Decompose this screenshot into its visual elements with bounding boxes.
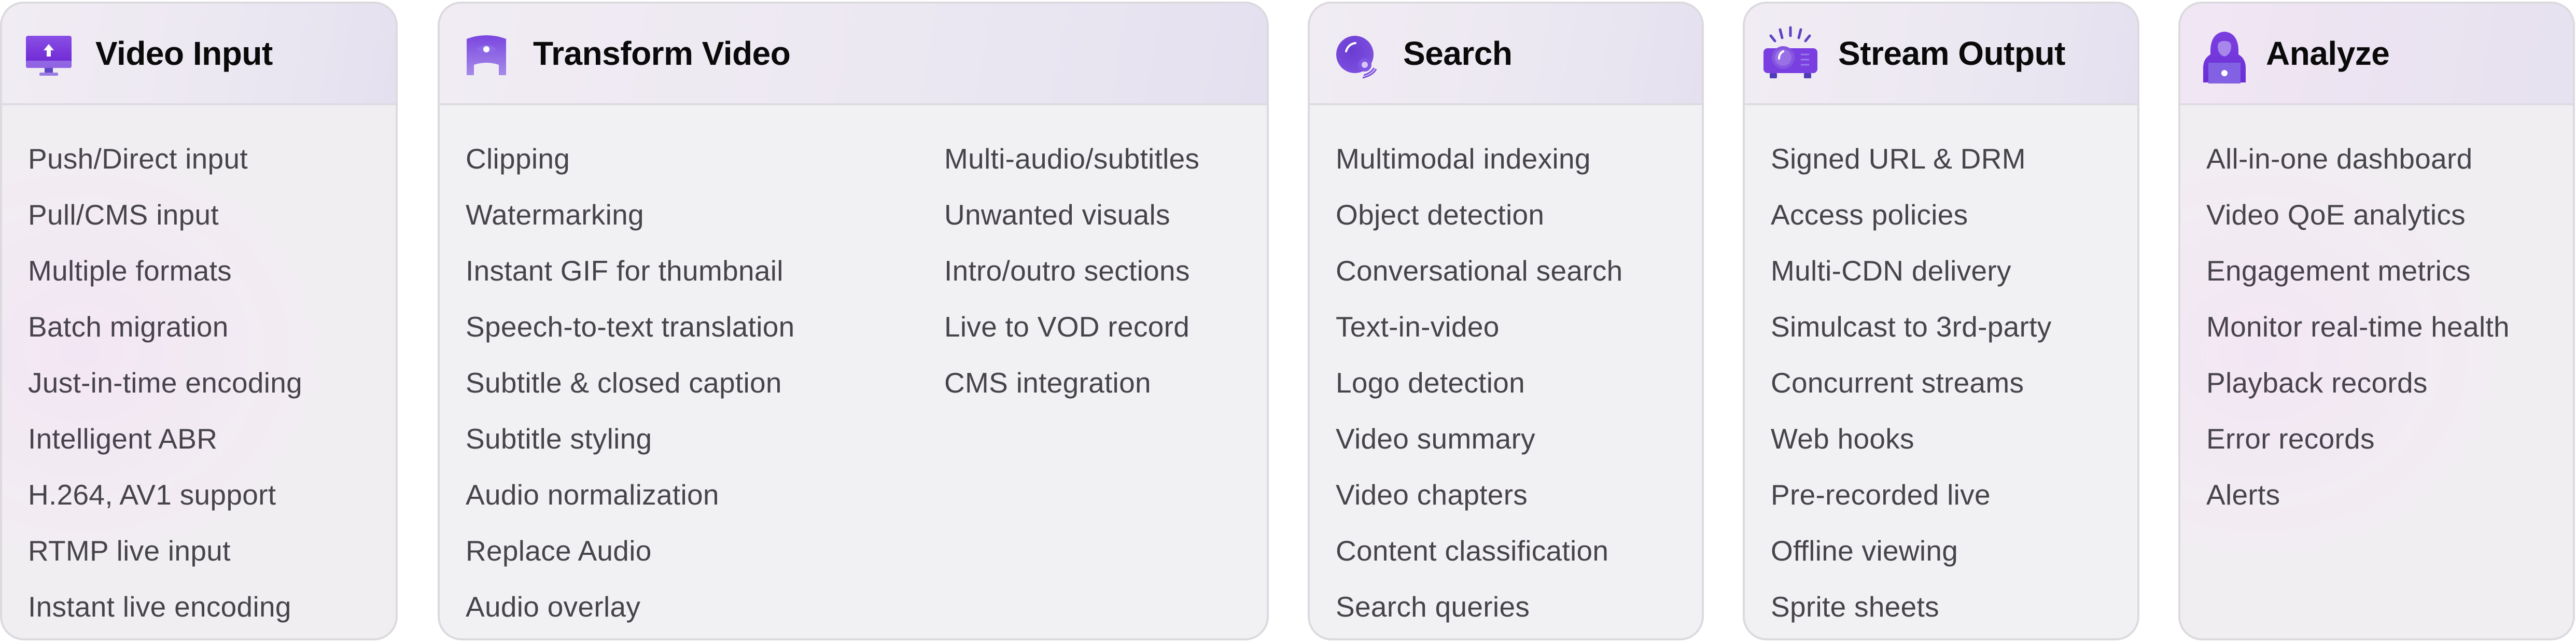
- list-item: Multi-audio/subtitles: [944, 143, 1200, 175]
- list-item: Audio normalization: [466, 479, 719, 511]
- list-item: Sprite sheets: [1771, 591, 1939, 623]
- card-title: Stream Output: [1838, 35, 2065, 72]
- feature-list-secondary: Multi-audio/subtitles Unwanted visuals I…: [944, 131, 1199, 411]
- card-title: Video Input: [95, 35, 273, 72]
- list-item: Web hooks: [1771, 423, 1914, 455]
- card-analyze: Analyze All-in-one dashboard Video QoE a…: [2178, 2, 2575, 640]
- list-item: Alerts: [2206, 479, 2280, 511]
- list-item: CMS integration: [944, 367, 1151, 399]
- list-item: Speech-to-text translation: [466, 311, 795, 343]
- card-header: Search: [1310, 4, 1702, 105]
- card-title: Transform Video: [533, 35, 791, 72]
- list-item: Content classification: [1336, 535, 1609, 567]
- card-header: Analyze: [2180, 4, 2573, 105]
- list-item: Concurrent streams: [1771, 367, 2024, 399]
- list-item: Multi-CDN delivery: [1771, 255, 2011, 287]
- list-item: Batch migration: [28, 311, 229, 343]
- list-item: Logo detection: [1336, 367, 1525, 399]
- feature-list: Push/Direct input Pull/CMS input Multipl…: [28, 131, 302, 635]
- list-item: Unwanted visuals: [944, 199, 1170, 231]
- list-item: Video chapters: [1336, 479, 1528, 511]
- list-item: Instant GIF for thumbnail: [466, 255, 783, 287]
- list-item: Object detection: [1336, 199, 1545, 231]
- card-header: Stream Output: [1745, 4, 2137, 105]
- card-title: Search: [1403, 35, 1513, 72]
- list-item: RTMP live input: [28, 535, 231, 567]
- card-video-input: Video Input Push/Direct input Pull/CMS i…: [0, 2, 398, 640]
- list-item: All-in-one dashboard: [2206, 143, 2473, 175]
- list-item: Video QoE analytics: [2206, 199, 2466, 231]
- list-item: Subtitle & closed caption: [466, 367, 782, 399]
- feature-list: Multimodal indexing Object detection Con…: [1336, 131, 1623, 635]
- list-item: Replace Audio: [466, 535, 652, 567]
- hooded-analyst-icon: [2201, 29, 2248, 86]
- list-item: Watermarking: [466, 199, 644, 231]
- list-item: Offline viewing: [1771, 535, 1958, 567]
- list-item: Just-in-time encoding: [28, 367, 303, 399]
- list-item: Intro/outro sections: [944, 255, 1190, 287]
- list-item: Error records: [2206, 423, 2375, 455]
- magnifier-orb-icon: [1331, 30, 1382, 81]
- list-item: Conversational search: [1336, 255, 1623, 287]
- eye-shield-icon: [460, 30, 512, 81]
- list-item: Simulcast to 3rd-party: [1771, 311, 2052, 343]
- list-item: Intelligent ABR: [28, 423, 218, 455]
- list-item: Subtitle styling: [466, 423, 652, 455]
- list-item: Multimodal indexing: [1336, 143, 1591, 175]
- monitor-upload-icon: [23, 30, 75, 81]
- projector-icon: [1759, 25, 1822, 82]
- card-stream-output: Stream Output Signed URL & DRM Access po…: [1743, 2, 2139, 640]
- list-item: Push/Direct input: [28, 143, 248, 175]
- list-item: Audio overlay: [466, 591, 641, 623]
- feature-list: All-in-one dashboard Video QoE analytics…: [2206, 131, 2510, 523]
- list-item: Live to VOD record: [944, 311, 1190, 343]
- list-item: Engagement metrics: [2206, 255, 2471, 287]
- list-item: Clipping: [466, 143, 570, 175]
- card-title: Analyze: [2266, 35, 2390, 72]
- list-item: Signed URL & DRM: [1771, 143, 2026, 175]
- card-transform-video: Transform Video Clipping Watermarking In…: [438, 2, 1269, 640]
- card-header: Transform Video: [440, 4, 1267, 105]
- list-item: Access policies: [1771, 199, 1968, 231]
- card-search: Search Multimodal indexing Object detect…: [1308, 2, 1704, 640]
- list-item: Video summary: [1336, 423, 1535, 455]
- list-item: Monitor real-time health: [2206, 311, 2510, 343]
- list-item: Playback records: [2206, 367, 2428, 399]
- list-item: Pre-recorded live: [1771, 479, 1991, 511]
- list-item: Pull/CMS input: [28, 199, 219, 231]
- feature-list: Signed URL & DRM Access policies Multi-C…: [1771, 131, 2052, 635]
- feature-list: Clipping Watermarking Instant GIF for th…: [466, 131, 795, 635]
- list-item: Text-in-video: [1336, 311, 1500, 343]
- list-item: Instant live encoding: [28, 591, 291, 623]
- list-item: H.264, AV1 support: [28, 479, 276, 511]
- list-item: Search queries: [1336, 591, 1530, 623]
- card-header: Video Input: [2, 4, 396, 105]
- list-item: Multiple formats: [28, 255, 232, 287]
